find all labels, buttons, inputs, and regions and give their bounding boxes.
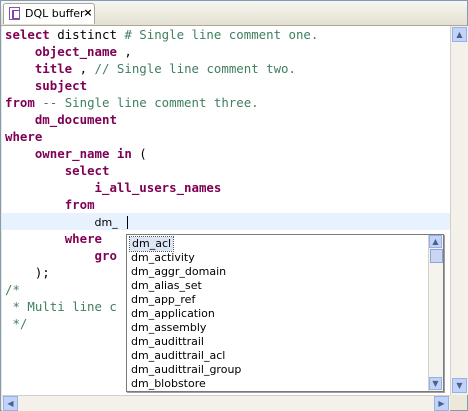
keyword-token: in — [116, 146, 132, 161]
code-line: from — [5, 196, 95, 213]
code-line: owner_name in ( — [5, 145, 147, 162]
tab-label: DQL buffer — [25, 7, 85, 20]
text-token: distinct — [49, 27, 125, 42]
code-line: dm_document — [5, 111, 117, 128]
identifier-token: title — [34, 61, 73, 76]
code-line: select distinct # Single line comment on… — [5, 26, 318, 43]
autocomplete-item[interactable]: dm_blobstore — [131, 377, 206, 391]
editor-window: DQL buffer × select distinct # Single li… — [0, 0, 468, 411]
identifier-token: subject — [34, 78, 88, 93]
autocomplete-item[interactable]: dm_activity — [131, 251, 195, 265]
horizontal-scrollbar[interactable]: ◀ ▶ — [2, 395, 450, 411]
autocomplete-item[interactable]: dm_audittrail — [131, 335, 204, 349]
code-line: title , // Single line comment two. — [5, 60, 296, 77]
tab-dql-buffer[interactable]: DQL buffer × — [3, 3, 95, 24]
code-line: subject — [5, 77, 87, 94]
identifier-token: i_all_users_names — [94, 180, 222, 195]
keyword-token: from — [5, 95, 35, 110]
comment-token: /* — [5, 282, 20, 297]
autocomplete-item[interactable]: dm_aggr_domain — [131, 265, 226, 279]
popup-scroll-thumb[interactable] — [430, 249, 443, 263]
scroll-right-button[interactable]: ▶ — [434, 396, 449, 411]
code-line: ); — [5, 264, 50, 281]
popup-scroll-down-button[interactable]: ▼ — [429, 377, 442, 390]
comment-token: * Multi line c — [5, 299, 117, 314]
code-line: select — [5, 162, 110, 179]
code-line: where — [5, 230, 102, 247]
code-line: dm_ — [5, 213, 118, 230]
text-caret — [127, 216, 128, 229]
text-token: , — [72, 61, 95, 76]
scroll-up-button[interactable]: ▲ — [452, 27, 467, 42]
autocomplete-item[interactable]: dm_app_ref — [131, 293, 195, 307]
autocomplete-popup[interactable]: ▲ ▼ dm_acl dm_activity dm_aggr_domain dm_al… — [126, 234, 444, 392]
dql-file-icon — [9, 7, 20, 20]
comment-token: # Single line comment one. — [124, 27, 319, 42]
keyword-token: select — [5, 27, 50, 42]
code-line: i_all_users_names — [5, 179, 222, 196]
tab-bar: DQL buffer × — [1, 1, 467, 26]
code-line: */ — [5, 315, 27, 332]
scroll-left-button[interactable]: ◀ — [3, 396, 18, 411]
close-icon[interactable]: × — [83, 7, 93, 18]
autocomplete-item[interactable]: dm_acl — [128, 236, 175, 252]
keyword-token: from — [64, 197, 95, 212]
autocomplete-item[interactable]: dm_audittrail_group — [131, 363, 241, 377]
text-token: , — [116, 44, 132, 59]
comment-token: -- Single line comment three. — [42, 95, 259, 110]
keyword-token: where — [5, 129, 43, 144]
comment-token: // Single line comment two. — [94, 61, 296, 76]
text-token: dm_ — [94, 216, 118, 229]
code-line: object_name , — [5, 43, 132, 60]
vertical-scrollbar[interactable]: ▲ ▼ — [450, 26, 468, 395]
scroll-corner — [450, 395, 467, 410]
scroll-down-button[interactable]: ▼ — [452, 378, 467, 393]
autocomplete-item[interactable]: dm_assembly — [131, 321, 206, 335]
code-line: /* — [5, 281, 20, 298]
identifier-token: object_name — [34, 44, 117, 59]
keyword-token: where — [64, 231, 102, 246]
keyword-token: select — [64, 163, 110, 178]
text-token: ( — [131, 146, 147, 161]
autocomplete-item[interactable]: dm_application — [131, 307, 215, 321]
code-line: * Multi line c — [5, 298, 117, 315]
keyword-token: gro — [94, 248, 117, 263]
identifier-token: dm_document — [34, 112, 117, 127]
code-line: gro — [5, 247, 117, 264]
text-token: ); — [5, 265, 50, 280]
popup-scroll-up-button[interactable]: ▲ — [429, 235, 442, 248]
autocomplete-item[interactable]: dm_alias_set — [131, 279, 202, 293]
autocomplete-item[interactable]: dm_audittrail_acl — [131, 349, 225, 363]
comment-token: */ — [5, 316, 28, 331]
identifier-token: owner_name — [34, 146, 110, 161]
code-line: from -- Single line comment three. — [5, 94, 259, 111]
popup-scrollbar[interactable]: ▲ ▼ — [428, 235, 443, 391]
code-line: where — [5, 128, 42, 145]
